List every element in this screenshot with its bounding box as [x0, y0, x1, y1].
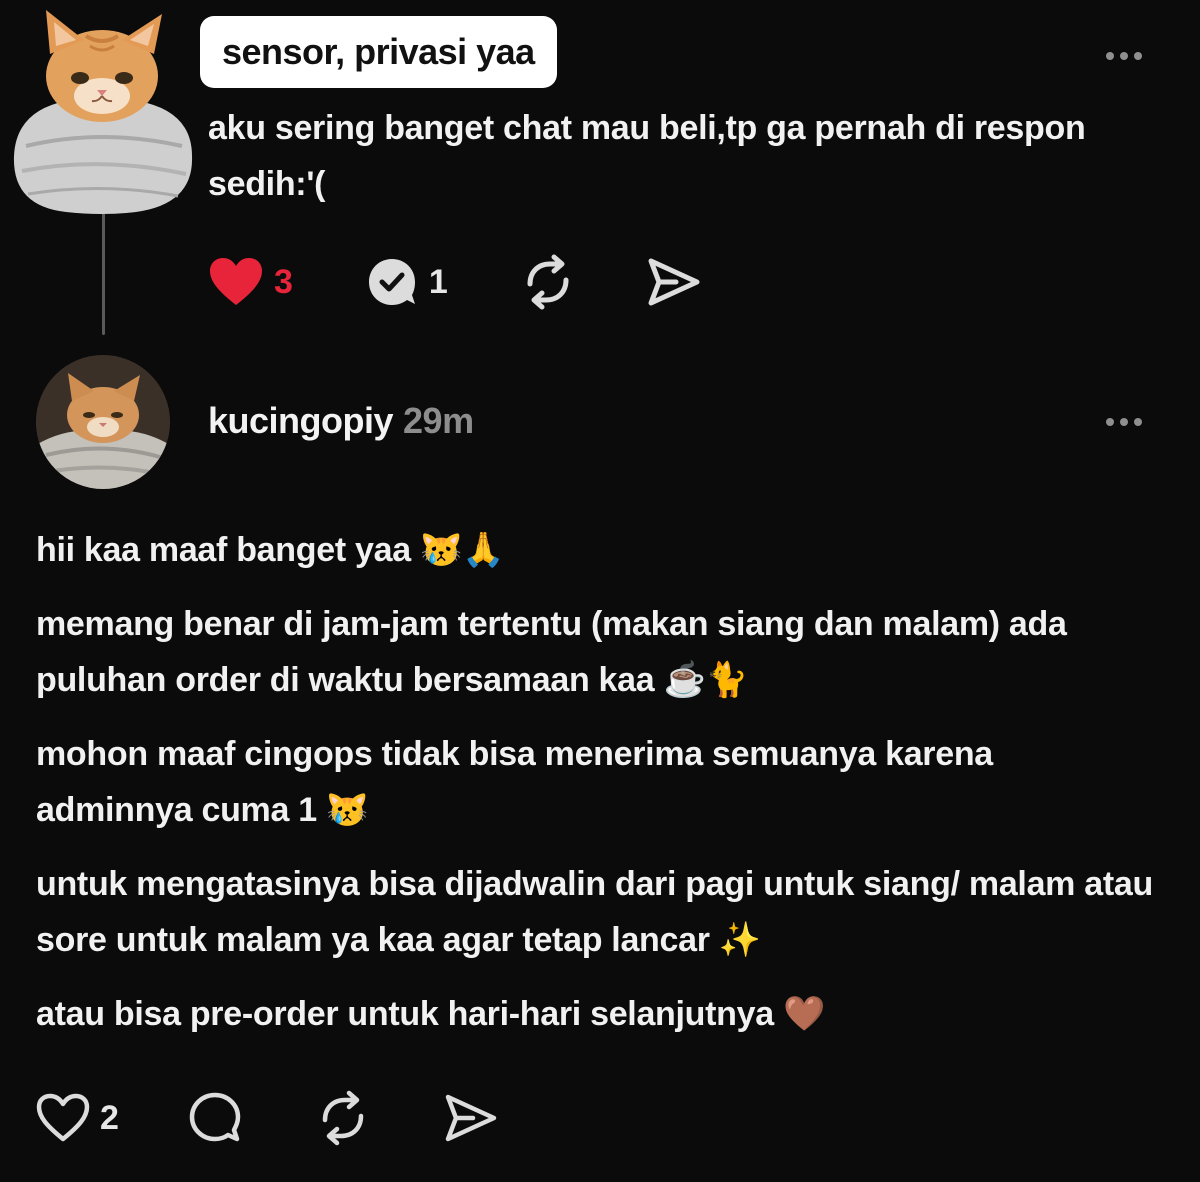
reply-header: kucingopiy 29m — [208, 400, 474, 442]
heart-outline-icon — [36, 1093, 90, 1142]
post-actions: 3 1 — [208, 254, 702, 310]
reply-more-options-icon[interactable] — [1106, 418, 1142, 426]
repost-icon — [527, 254, 569, 310]
reply-like-button[interactable]: 2 — [36, 1093, 119, 1143]
thread-line — [102, 210, 105, 335]
privacy-sticker-label: sensor, privasi yaa — [200, 16, 557, 88]
reply-avatar[interactable] — [36, 355, 170, 489]
like-button[interactable]: 3 — [208, 257, 293, 307]
reply-count: 1 — [428, 262, 448, 301]
send-icon — [648, 258, 700, 306]
post-text: aku sering banget chat mau beli,tp ga pe… — [208, 109, 1086, 203]
reply-comment-button[interactable] — [187, 1090, 243, 1146]
like-count: 3 — [274, 262, 293, 301]
repost-button[interactable] — [520, 254, 576, 310]
reply-paragraph: untuk mengatasinya bisa dijadwalin dari … — [36, 865, 1153, 959]
reply-paragraph: mohon maaf cingops tidak bisa menerima s… — [36, 735, 993, 829]
reply-paragraph: hii kaa maaf banget yaa 😿🙏 — [36, 531, 505, 569]
reply-like-count: 2 — [100, 1098, 119, 1137]
reply-actions: 2 — [36, 1090, 499, 1146]
reply-paragraph: memang benar di jam-jam tertentu (makan … — [36, 605, 1067, 699]
reply-bubble-check-icon — [368, 259, 415, 305]
timestamp: 29m — [403, 400, 474, 441]
share-button[interactable] — [646, 256, 702, 308]
reply-repost-button[interactable] — [315, 1090, 371, 1146]
more-options-icon[interactable] — [1106, 52, 1142, 60]
thread-view: sensor, privasi yaa aku sering banget ch… — [0, 0, 1200, 1182]
repost-icon — [322, 1090, 364, 1146]
comment-icon — [189, 1092, 241, 1142]
heart-filled-icon — [210, 258, 262, 305]
send-icon — [445, 1094, 497, 1142]
reply-body: hii kaa maaf banget yaa 😿🙏 memang benar … — [36, 522, 1156, 1060]
reply-button[interactable]: 1 — [365, 255, 448, 309]
avatar[interactable] — [6, 6, 198, 216]
reply-paragraph: atau bisa pre-order untuk hari-hari sela… — [36, 995, 826, 1033]
reply-share-button[interactable] — [443, 1092, 499, 1144]
username[interactable]: kucingopiy — [208, 400, 394, 441]
